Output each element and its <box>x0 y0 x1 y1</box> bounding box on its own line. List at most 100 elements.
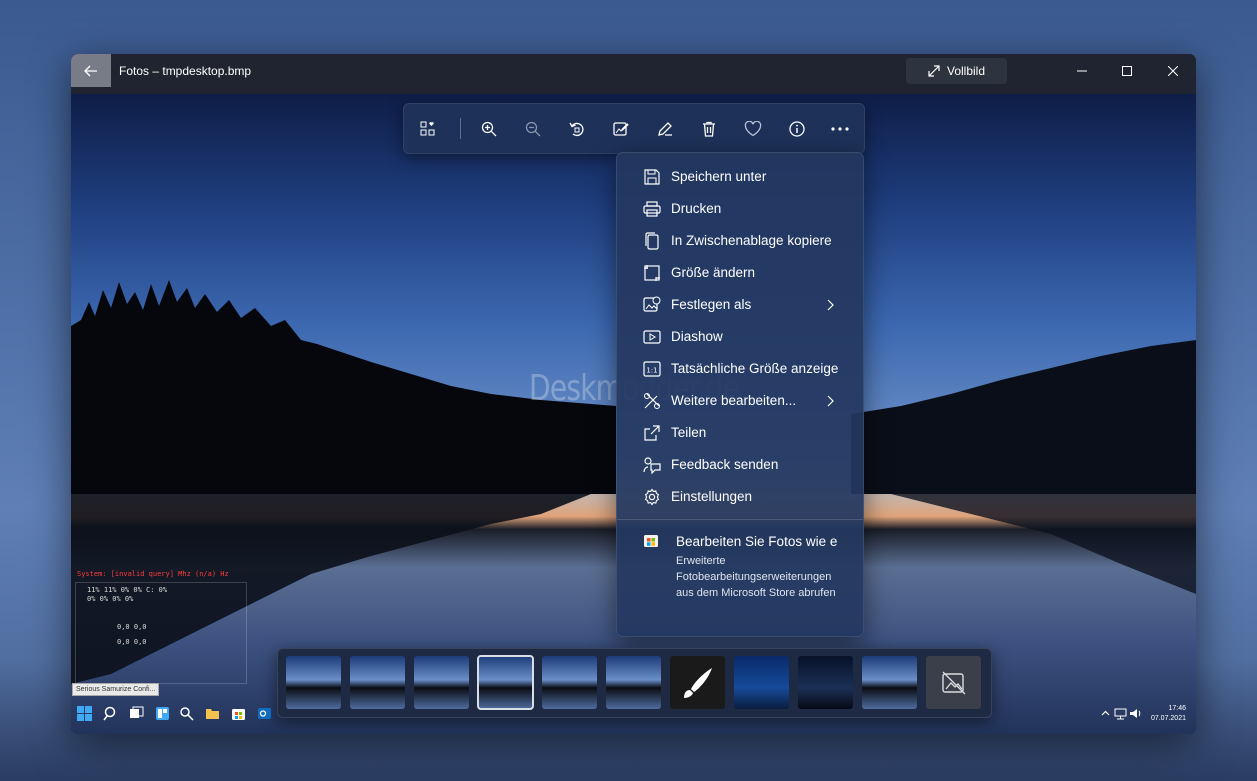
image-viewer[interactable]: Deskmodder.de System: [invalid query] Mh… <box>71 94 1196 734</box>
clock-date: 07.07.2021 <box>1150 715 1186 722</box>
menu-item-label: Einstellungen <box>671 489 753 504</box>
menu-item-slideshow[interactable]: Diashow <box>617 321 863 353</box>
search-app-icon[interactable] <box>179 706 194 721</box>
maximize-icon <box>1122 66 1132 76</box>
menu-item-label: Größe ändern <box>671 265 756 280</box>
menu-item-label: Feedback senden <box>671 457 779 472</box>
save-icon <box>644 169 660 185</box>
file-explorer-icon[interactable] <box>205 706 220 721</box>
edit-more-icon <box>644 393 660 409</box>
zoom-in-button[interactable] <box>476 116 502 142</box>
menu-item-edit-more[interactable]: Weitere bearbeiten... <box>617 385 863 417</box>
chevron-right-icon <box>827 299 834 311</box>
zoom-in-icon <box>481 121 497 137</box>
rotate-icon <box>569 122 584 137</box>
menu-separator <box>617 519 863 520</box>
menu-item-label: Weitere bearbeiten... <box>671 393 797 408</box>
task-view-icon[interactable] <box>129 706 144 721</box>
close-button[interactable] <box>1150 54 1196 88</box>
info-button[interactable] <box>784 116 810 142</box>
windows-start-icon[interactable] <box>77 706 92 721</box>
image-toolbar <box>403 103 865 154</box>
title-bar: Fotos – tmpdesktop.bmp Vollbild <box>71 54 1196 94</box>
edit-image-button[interactable] <box>608 116 634 142</box>
feedback-icon <box>643 457 661 474</box>
favorite-button[interactable] <box>740 116 766 142</box>
toolbar-separator <box>460 118 461 139</box>
zoom-out-icon <box>525 121 541 137</box>
menu-item-share[interactable]: Teilen <box>617 417 863 449</box>
network-icon[interactable] <box>1113 706 1128 721</box>
resize-icon <box>644 265 660 281</box>
menu-item-label: Teilen <box>671 425 707 440</box>
fullscreen-button[interactable]: Vollbild <box>906 58 1007 84</box>
menu-item-label: Tatsächliche Größe anzeige <box>671 361 839 376</box>
delete-icon <box>703 121 715 137</box>
edit-image-icon <box>613 122 629 136</box>
menu-item-set-as[interactable]: Festlegen als <box>617 289 863 321</box>
widget-row: 0% 0% 0% 0% <box>87 595 134 603</box>
search-icon[interactable] <box>103 706 118 721</box>
store-icon[interactable] <box>231 706 246 721</box>
chevron-right-icon <box>827 395 834 407</box>
clock-time: 17:46 <box>1168 705 1186 712</box>
back-arrow-icon <box>84 65 97 76</box>
more-button[interactable] <box>827 116 853 142</box>
menu-item-resize[interactable]: Größe ändern <box>617 257 863 289</box>
minimize-button[interactable] <box>1059 54 1105 88</box>
fullscreen-label: Vollbild <box>946 64 986 78</box>
back-button[interactable] <box>71 54 111 87</box>
settings-icon <box>644 488 660 506</box>
menu-item-label: Drucken <box>671 201 722 216</box>
more-icon <box>831 127 849 131</box>
set-as-icon <box>643 296 661 312</box>
actual-size-icon: 1:1 <box>643 361 661 377</box>
copy-icon <box>645 232 659 250</box>
more-options-menu: Speichern unter Drucken In Zwischenablag… <box>616 152 864 637</box>
collection-button[interactable] <box>415 116 441 142</box>
menu-item-copy[interactable]: In Zwischenablage kopiere <box>617 225 863 257</box>
widget-row: 0,0 0,0 <box>117 623 147 631</box>
photos-window: Fotos – tmpdesktop.bmp Vollbild Deskmodd… <box>71 54 1196 734</box>
menu-item-label: Speichern unter <box>671 169 767 184</box>
maximize-button[interactable] <box>1104 54 1150 88</box>
collection-icon <box>420 121 435 136</box>
outlook-icon[interactable] <box>257 706 272 721</box>
microsoft-store-icon <box>644 535 658 547</box>
slideshow-icon <box>643 330 661 344</box>
share-icon <box>644 425 660 441</box>
menu-item-label: Festlegen als <box>671 297 752 312</box>
image-placeholder-icon <box>941 671 965 694</box>
desktop-widget: System: [invalid query] Mhz (n/a) Hz 11%… <box>75 570 247 685</box>
rotate-button[interactable] <box>564 116 590 142</box>
store-promo-title[interactable]: Bearbeiten Sie Fotos wie e <box>676 534 837 549</box>
widget-row: 0,0 0,0 <box>117 638 147 646</box>
draw-button[interactable] <box>652 116 678 142</box>
chevron-up-icon[interactable] <box>1098 706 1113 721</box>
menu-item-label: In Zwischenablage kopiere <box>671 233 832 248</box>
svg-text:1:1: 1:1 <box>646 367 657 375</box>
print-icon <box>643 201 661 217</box>
menu-item-print[interactable]: Drucken <box>617 193 863 225</box>
menu-item-actual-size[interactable]: 1:1 Tatsächliche Größe anzeige <box>617 353 863 385</box>
store-promo-description: Erweiterte Fotobearbeitungserweiterungen… <box>676 555 836 599</box>
volume-icon[interactable] <box>1128 706 1143 721</box>
delete-button[interactable] <box>696 116 722 142</box>
tooltip: Serious Samurize Confi... <box>72 683 160 696</box>
menu-item-label: Diashow <box>671 329 723 344</box>
expand-icon <box>928 65 940 77</box>
zoom-out-button[interactable] <box>520 116 546 142</box>
info-icon <box>789 121 805 137</box>
window-title: Fotos – tmpdesktop.bmp <box>119 64 252 78</box>
widget-row: System: [invalid query] Mhz (n/a) Hz <box>77 570 229 578</box>
menu-item-settings[interactable]: Einstellungen <box>617 481 863 513</box>
minimize-icon <box>1077 70 1087 72</box>
favorite-icon <box>744 121 762 137</box>
close-icon <box>1168 66 1178 76</box>
draw-icon <box>658 122 672 136</box>
widgets-icon[interactable] <box>155 706 170 721</box>
menu-item-save-as[interactable]: Speichern unter <box>617 161 863 193</box>
widget-row: 11% 11% 0% 0% C: 0% <box>87 586 168 594</box>
menu-item-feedback[interactable]: Feedback senden <box>617 449 863 481</box>
taskbar-clock[interactable]: 17:46 07.07.2021 <box>1151 704 1186 724</box>
